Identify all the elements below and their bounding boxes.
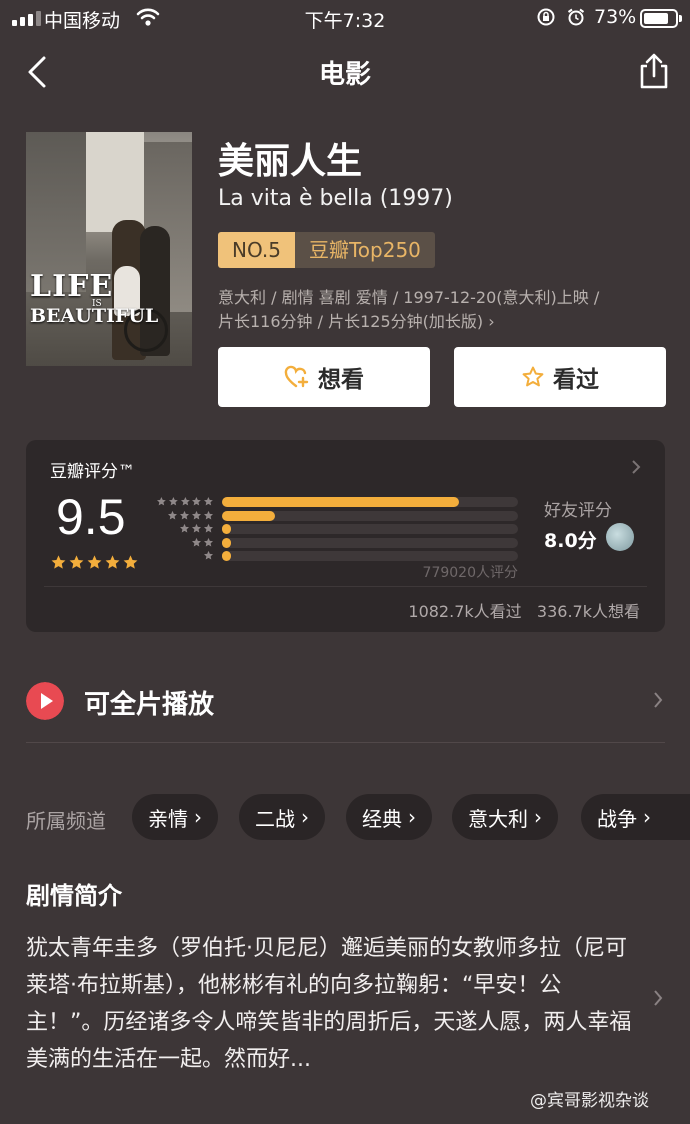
channel-tag[interactable]: 战争 › <box>581 794 690 840</box>
star-icon <box>105 555 120 569</box>
chevron-right-icon: › <box>301 805 309 829</box>
star-icon <box>204 550 213 560</box>
rating-bar-fill <box>222 524 231 534</box>
mini-stars <box>156 550 214 561</box>
rating-card[interactable]: 豆瓣评分™ 9.5 779020人评分 好友评分 8.0分 1082.7k人看过… <box>26 440 665 632</box>
star-icon <box>204 497 214 506</box>
watched-button[interactable]: 看过 <box>454 347 666 407</box>
rating-bar-track <box>222 524 518 534</box>
chevron-right-icon: › <box>194 805 202 829</box>
synopsis-text[interactable]: 犹太青年圭多（罗伯托·贝尼尼）邂逅美丽的女教师多拉（尼可莱塔·布拉斯基），他彬彬… <box>26 930 638 1078</box>
star-icon <box>204 510 213 519</box>
star-icon <box>192 523 201 533</box>
chevron-right-icon[interactable] <box>652 988 664 1008</box>
rating-score: 9.5 <box>56 489 126 545</box>
movie-title: 美丽人生 <box>218 141 363 182</box>
star-icon <box>180 510 189 519</box>
mini-stars <box>156 510 214 521</box>
synopsis-title: 剧情简介 <box>26 882 122 910</box>
star-icon <box>69 555 84 569</box>
rating-distribution-row <box>156 510 520 522</box>
poster-title: LIFE IS BEAUTIFUL <box>30 269 159 327</box>
watched-count: 1082.7k人看过 <box>408 602 522 621</box>
star-icon <box>168 497 178 506</box>
watched-label: 看过 <box>553 367 599 393</box>
rating-bar-track <box>222 510 518 521</box>
chevron-right-icon: › <box>408 805 416 829</box>
star-icon <box>157 497 166 506</box>
rotation-lock-icon <box>537 8 555 26</box>
watermark: @宾哥影视杂谈 <box>530 1091 649 1111</box>
rating-bar-track <box>222 551 518 561</box>
rating-bar-track <box>222 537 518 548</box>
heart-plus-icon <box>284 365 309 388</box>
rating-distribution-row <box>156 537 520 549</box>
rating-bar-fill <box>222 537 231 548</box>
channels-label: 所属频道 <box>26 809 106 833</box>
star-icon <box>180 497 190 506</box>
alarm-icon <box>567 8 585 26</box>
wanted-count: 336.7k人想看 <box>536 602 640 621</box>
movie-poster[interactable]: LIFE IS BEAUTIFUL <box>26 132 192 366</box>
friend-rating-label: 好友评分 <box>544 501 612 521</box>
share-icon[interactable] <box>638 52 670 90</box>
want-to-watch-button[interactable]: 想看 <box>218 347 430 407</box>
rank-number: NO.5 <box>218 232 295 268</box>
movie-original-title: La vita è bella (1997) <box>218 186 453 211</box>
chevron-right-icon[interactable] <box>652 690 664 710</box>
star-icon <box>180 523 189 533</box>
mini-stars <box>156 537 214 548</box>
page-title: 电影 <box>318 60 371 90</box>
channel-tag[interactable]: 意大利 › <box>452 794 558 840</box>
rating-distribution-row <box>156 523 520 535</box>
top250-badge[interactable]: NO.5 豆瓣Top250 <box>218 232 435 268</box>
status-bar: 中国移动 下午7:32 73% <box>0 0 690 36</box>
full-play-label[interactable]: 可全片播放 <box>84 684 214 721</box>
chevron-right-icon: › <box>488 312 495 331</box>
star-outline-icon <box>522 366 544 387</box>
rating-bar-track <box>222 497 518 507</box>
rating-bar-fill <box>222 510 276 521</box>
star-icon <box>204 523 213 533</box>
watch-stats: 1082.7k人看过 336.7k人想看 <box>326 598 640 622</box>
play-icon[interactable] <box>26 682 64 720</box>
divider <box>44 586 647 587</box>
rating-bar-fill <box>222 551 231 561</box>
chevron-right-icon <box>632 460 641 474</box>
friend-avatar[interactable] <box>606 523 634 551</box>
channel-tag[interactable]: 经典 › <box>346 794 432 840</box>
rating-bar-fill <box>222 497 459 507</box>
friend-rating-score: 8.0分 <box>544 530 597 552</box>
battery-percent: 73% <box>594 6 637 28</box>
rating-count: 779020人评分 <box>422 565 518 581</box>
star-icon <box>123 555 138 569</box>
star-icon <box>51 555 66 569</box>
rating-distribution-row <box>156 496 520 508</box>
divider <box>26 742 665 743</box>
meta-line-1: 意大利 / 剧情 喜剧 爱情 / 1997-12-20(意大利)上映 / <box>218 288 600 307</box>
mini-stars <box>156 523 214 534</box>
meta-line-2: 片长116分钟 / 片长125分钟(加长版) <box>218 312 484 331</box>
movie-meta[interactable]: 意大利 / 剧情 喜剧 爱情 / 1997-12-20(意大利)上映 / 片长1… <box>218 286 668 334</box>
channel-tag[interactable]: 二战 › <box>239 794 325 840</box>
star-icon <box>204 537 213 546</box>
rating-stars <box>50 554 139 571</box>
rating-label: 豆瓣评分™ <box>50 462 135 482</box>
want-to-watch-label: 想看 <box>318 367 364 393</box>
channel-tag[interactable]: 亲情 › <box>132 794 218 840</box>
star-icon <box>192 497 202 506</box>
star-icon <box>87 555 102 569</box>
star-icon <box>192 537 201 546</box>
star-icon <box>168 510 177 519</box>
rating-distribution-row <box>156 550 520 562</box>
rank-list-name: 豆瓣Top250 <box>294 232 435 268</box>
mini-stars <box>156 496 214 507</box>
chevron-right-icon: › <box>534 805 542 829</box>
status-time: 下午7:32 <box>304 10 386 32</box>
battery-icon <box>640 9 682 28</box>
star-icon <box>192 510 201 519</box>
chevron-right-icon: › <box>643 805 651 829</box>
